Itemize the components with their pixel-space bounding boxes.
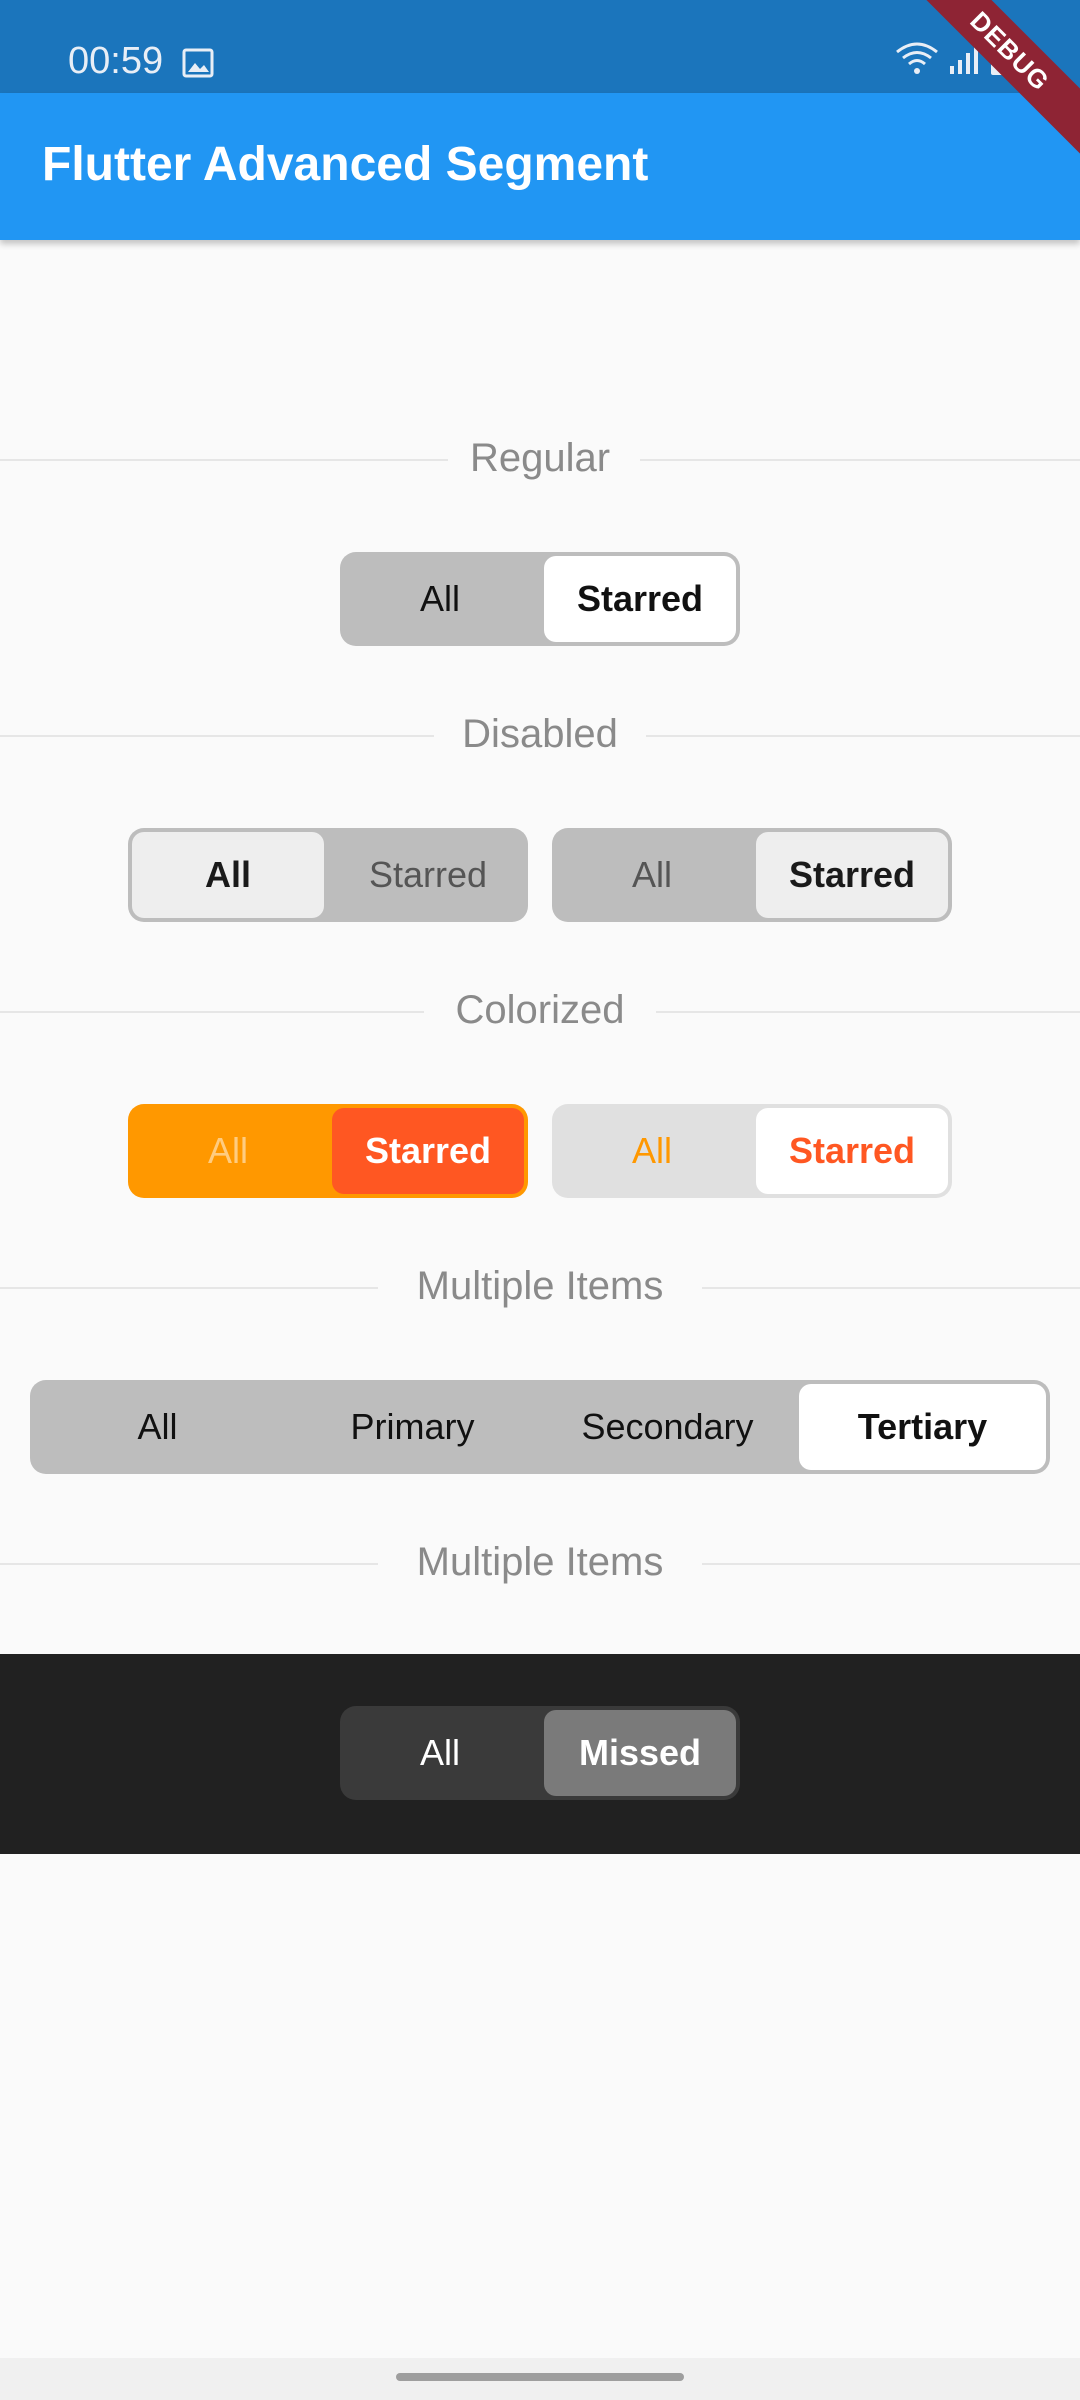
segment-item-all[interactable]: All — [340, 1706, 540, 1800]
section-header-colorized: Colorized — [0, 982, 1080, 1042]
image-notification-icon — [182, 48, 214, 78]
segment-item-starred[interactable]: Starred — [752, 1104, 952, 1198]
segment-colorized-b[interactable]: All Starred — [552, 1104, 952, 1198]
segment-item-all: All — [631, 854, 672, 895]
segment-disabled-b: All Starred — [552, 828, 952, 922]
section-header-disabled: Disabled — [0, 706, 1080, 766]
segment-dark[interactable]: All Missed — [340, 1706, 740, 1800]
segment-item-all[interactable]: All — [340, 552, 540, 646]
status-bar: 00:59 — [0, 0, 1080, 93]
segment-item-secondary[interactable]: Secondary — [540, 1380, 795, 1474]
divider-right — [646, 735, 1080, 737]
section-header-regular: Regular — [0, 430, 1080, 490]
segment-multiple[interactable]: All Primary Secondary Tertiary — [30, 1380, 1050, 1474]
segment-item-starred[interactable]: Starred — [540, 552, 740, 646]
divider-right — [656, 1011, 1080, 1013]
divider-right — [640, 459, 1080, 461]
divider-right — [702, 1287, 1080, 1289]
home-indicator[interactable] — [396, 2373, 684, 2381]
section-header-multiple-items-2: Multiple Items — [0, 1534, 1080, 1594]
segment-regular[interactable]: All Starred — [340, 552, 740, 646]
segment-item-all[interactable]: All — [30, 1380, 285, 1474]
status-time: 00:59 — [68, 40, 164, 82]
segment-colorized-a[interactable]: All Starred — [128, 1104, 528, 1198]
segment-item-primary[interactable]: Primary — [285, 1380, 540, 1474]
segment-item-starred[interactable]: Starred — [328, 1104, 528, 1198]
app-bar: Flutter Advanced Segment — [0, 93, 1080, 240]
segment-item-tertiary[interactable]: Tertiary — [795, 1380, 1050, 1474]
segment-item-starred: Starred — [788, 854, 916, 895]
segment-item-all: All — [204, 854, 251, 895]
dark-section: All Missed — [0, 1654, 1080, 1854]
wifi-icon — [896, 42, 938, 74]
divider-right — [702, 1563, 1080, 1565]
app-title: Flutter Advanced Segment — [42, 138, 649, 191]
segment-item-starred: Starred — [368, 854, 488, 895]
segment-item-all[interactable]: All — [552, 1104, 752, 1198]
section-header-multiple-items: Multiple Items — [0, 1258, 1080, 1318]
segment-item-missed[interactable]: Missed — [540, 1706, 740, 1800]
segment-disabled-a: All Starred — [128, 828, 528, 922]
segment-item-all[interactable]: All — [128, 1104, 328, 1198]
